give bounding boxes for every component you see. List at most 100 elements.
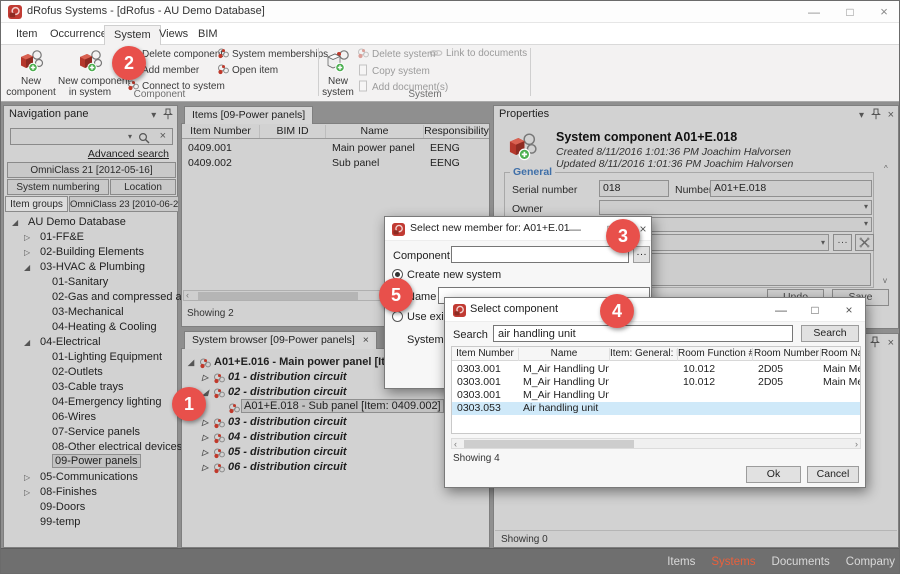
tree-collapsed-icon[interactable]: ▷ — [202, 373, 208, 382]
scroll-left-icon[interactable]: ‹ — [186, 290, 189, 300]
tree-item[interactable]: 04-Heating & Cooling — [52, 321, 157, 333]
column-header-name[interactable]: Name — [519, 348, 610, 361]
statusbar-documents-link[interactable]: Documents — [772, 556, 830, 568]
tree-item[interactable]: 06-Wires — [52, 411, 96, 423]
tree-expanded-icon[interactable]: ◢ — [188, 358, 194, 367]
pane-menu-icon[interactable]: ▾ — [151, 110, 156, 121]
tree-collapsed-icon[interactable]: ▷ — [202, 433, 208, 442]
system-tree-item-selected[interactable]: A01+E.018 - Sub panel [Item: 0409.002] — [241, 399, 444, 413]
dialog-search-button[interactable]: Search — [801, 325, 859, 342]
chevron-down-icon[interactable]: ▾ — [128, 132, 132, 141]
tree-item[interactable]: 03-HVAC & Plumbing — [40, 261, 145, 273]
tree-item[interactable]: 01-FF&E — [40, 231, 84, 243]
column-header-item-general[interactable]: Item: General: N... — [610, 348, 678, 361]
tree-collapsed-icon[interactable]: ▷ — [24, 233, 30, 242]
browse-button[interactable]: ··· — [833, 234, 852, 251]
column-header-name[interactable]: Name — [326, 125, 424, 138]
pane-menu-icon[interactable]: ▾ — [859, 110, 864, 121]
system-tree-item[interactable]: 02 - distribution circuit — [228, 386, 347, 398]
tree-item[interactable]: 01-Lighting Equipment — [52, 351, 162, 363]
column-header-room-function[interactable]: Room Function #: — [678, 348, 753, 361]
tree-item[interactable]: 99-temp — [40, 516, 80, 528]
tree-item[interactable]: 04-Emergency lighting — [52, 396, 161, 408]
number-field[interactable]: A01+E.018 — [710, 180, 872, 197]
tree-item[interactable]: 07-Service panels — [52, 426, 140, 438]
scrollbar-thumb[interactable] — [464, 440, 634, 448]
minimize-button[interactable]: — — [767, 301, 795, 319]
tree-item[interactable]: 02-Building Elements — [40, 246, 144, 258]
delete-system-button[interactable]: Delete system — [357, 48, 435, 63]
chevron-down-icon[interactable]: ▾ — [864, 219, 868, 228]
dialog-horizontal-scrollbar[interactable]: ‹ › — [451, 438, 861, 449]
pin-icon[interactable] — [870, 336, 880, 348]
maximize-button[interactable]: □ — [801, 301, 829, 319]
system-tree-item[interactable]: 01 - distribution circuit — [228, 371, 347, 383]
scrollbar-thumb[interactable] — [198, 292, 358, 300]
pin-icon[interactable] — [871, 108, 881, 120]
column-header-room[interactable]: Room Name — [821, 348, 860, 361]
statusbar-systems-link[interactable]: Systems — [711, 556, 755, 568]
tree-item[interactable]: 04-Electrical — [40, 336, 101, 348]
close-pane-icon[interactable]: × — [888, 337, 894, 349]
link-to-documents-button[interactable]: Link to documents — [429, 48, 527, 63]
column-header-bim-id[interactable]: BIM ID — [260, 125, 326, 138]
nav-tab-omniclass23[interactable]: OmniClass 23 [2010-06-24] — [69, 196, 179, 212]
tree-item[interactable]: 02-Outlets — [52, 366, 103, 378]
search-icon[interactable] — [138, 132, 150, 144]
unlink-button[interactable] — [855, 234, 874, 251]
scroll-left-icon[interactable]: ‹ — [454, 439, 457, 449]
maximize-button[interactable]: □ — [835, 4, 865, 20]
cancel-button[interactable]: Cancel — [807, 466, 859, 483]
tree-item-database[interactable]: AU Demo Database — [28, 216, 126, 228]
advanced-search-link[interactable]: Advanced search — [88, 148, 169, 160]
system-tree-item[interactable]: 04 - distribution circuit — [228, 431, 347, 443]
column-header-item-number[interactable]: Item Number — [182, 125, 260, 138]
nav-tab-omniclass21[interactable]: OmniClass 21 [2012-05-16] — [7, 162, 176, 178]
scroll-down-icon[interactable]: v — [883, 276, 887, 285]
pin-icon[interactable] — [163, 108, 173, 120]
chevron-down-icon[interactable]: ▾ — [821, 238, 825, 247]
tree-collapsed-icon[interactable]: ▷ — [202, 418, 208, 427]
ok-button[interactable]: Ok — [746, 466, 801, 483]
serial-number-field[interactable]: 018 — [599, 180, 669, 197]
tab-bim[interactable]: BIM — [189, 25, 227, 45]
statusbar-company-link[interactable]: Company — [846, 556, 895, 568]
tree-item[interactable]: 02-Gas and compressed air — [52, 291, 188, 303]
search-input[interactable]: ▾ × — [10, 128, 173, 145]
statusbar-items-link[interactable]: Items — [667, 556, 695, 568]
tree-item[interactable]: 08-Finishes — [40, 486, 97, 498]
scroll-right-icon[interactable]: › — [855, 439, 858, 449]
result-row[interactable]: 0303.001 M_Air Handling Unit... — [452, 389, 860, 402]
nav-tab-system-numbering[interactable]: System numbering — [7, 179, 109, 195]
tree-collapsed-icon[interactable]: ▷ — [202, 463, 208, 472]
tree-item[interactable]: 01-Sanitary — [52, 276, 108, 288]
scroll-up-icon[interactable]: ^ — [884, 164, 888, 173]
column-header-room-number[interactable]: Room Number — [753, 348, 821, 361]
tree-item[interactable]: 08-Other electrical devices — [52, 441, 182, 453]
open-item-button[interactable]: Open item — [217, 64, 278, 79]
tree-expanded-icon[interactable]: ◢ — [12, 218, 18, 227]
column-header-responsibility[interactable]: Responsibility — [424, 125, 489, 138]
tree-collapsed-icon[interactable]: ▷ — [24, 473, 30, 482]
system-memberships-button[interactable]: System memberships — [217, 48, 328, 63]
chevron-down-icon[interactable]: ▾ — [864, 202, 868, 211]
result-row[interactable]: 0303.001 M_Air Handling Unit... 10.012 2… — [452, 376, 860, 389]
items-tab[interactable]: Items [09-Power panels] — [184, 106, 313, 124]
tree-collapsed-icon[interactable]: ▷ — [24, 488, 30, 497]
clear-search-icon[interactable]: × — [160, 130, 166, 142]
dialog-search-input[interactable] — [493, 325, 793, 342]
system-tree-item[interactable]: 06 - distribution circuit — [228, 461, 347, 473]
tree-expanded-icon[interactable]: ◢ — [24, 338, 30, 347]
tree-item[interactable]: 05-Communications — [40, 471, 138, 483]
result-row[interactable]: 0303.001 M_Air Handling Unit... 10.012 2… — [452, 363, 860, 376]
close-tab-icon[interactable]: × — [363, 334, 369, 346]
minimize-button[interactable]: — — [799, 4, 829, 20]
tree-item[interactable]: 09-Doors — [40, 501, 85, 513]
tree-item-selected[interactable]: 09-Power panels — [52, 454, 141, 468]
tree-collapsed-icon[interactable]: ▷ — [202, 448, 208, 457]
system-tree-item[interactable]: 03 - distribution circuit — [228, 416, 347, 428]
tree-collapsed-icon[interactable]: ▷ — [24, 248, 30, 257]
close-button[interactable]: × — [835, 301, 863, 319]
tree-item[interactable]: 03-Cable trays — [52, 381, 124, 393]
nav-tab-location[interactable]: Location — [110, 179, 176, 195]
